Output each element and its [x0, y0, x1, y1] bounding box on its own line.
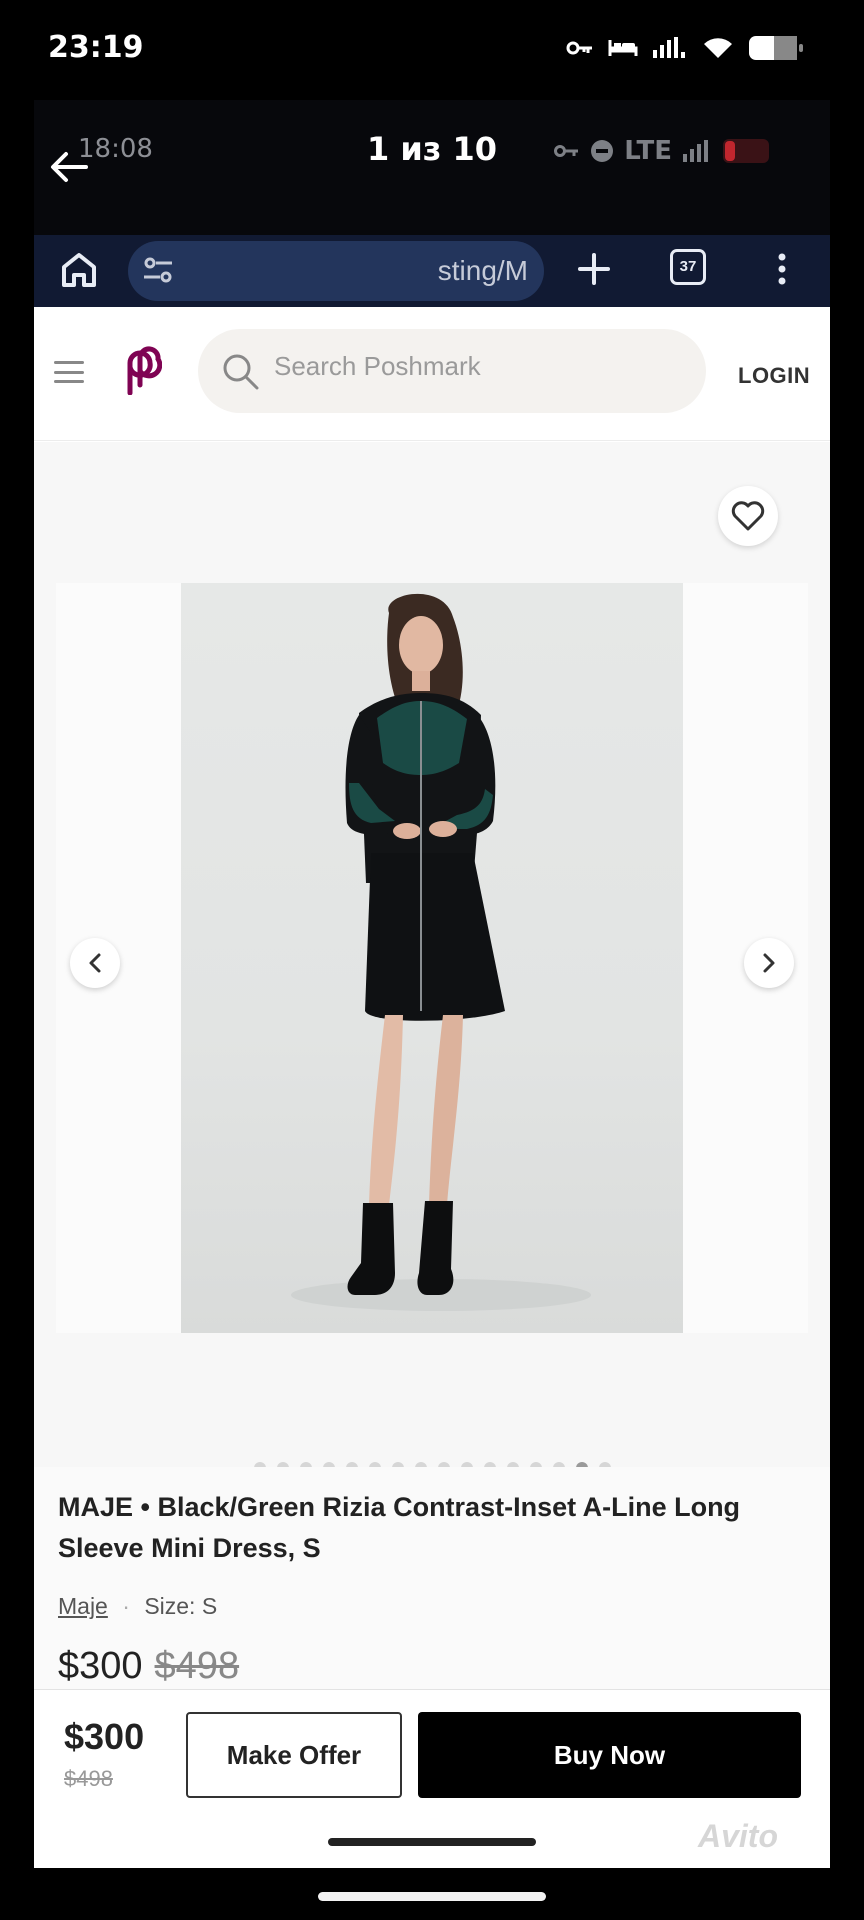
- battery-icon: [749, 36, 803, 60]
- listing-title: MAJE • Black/Green Rizia Contrast-Inset …: [58, 1492, 741, 1563]
- chevron-right-icon: [763, 953, 775, 973]
- login-link[interactable]: LOGIN: [738, 363, 810, 389]
- site-header: LOGIN: [34, 307, 830, 441]
- device-time: 23:19: [48, 30, 144, 65]
- listing-price: $300: [58, 1645, 143, 1687]
- brand-link[interactable]: Maje: [58, 1593, 108, 1619]
- meta-separator: ·: [122, 1593, 130, 1619]
- listing-meta: Maje · Size: S: [58, 1593, 217, 1620]
- gallery-next-button[interactable]: [744, 938, 794, 988]
- image-viewer: 18:08 1 из 10 LTE sting/M 37 Search Posh…: [34, 100, 830, 1868]
- wifi-icon: [704, 38, 732, 58]
- tab-count-button[interactable]: 37: [670, 249, 706, 285]
- battery-low-icon: [723, 139, 769, 163]
- bed-icon: [608, 40, 638, 56]
- more-vert-icon[interactable]: [774, 249, 790, 289]
- buy-bar: $300 $498 Make Offer Buy Now Avito: [34, 1689, 830, 1868]
- buy-bar-original-price: $498: [64, 1766, 113, 1791]
- model-illustration: [291, 593, 591, 1311]
- poshmark-page: LOGIN: [34, 307, 830, 1868]
- hamburger-icon[interactable]: [54, 361, 84, 383]
- chevron-left-icon: [89, 953, 101, 973]
- like-button[interactable]: [718, 486, 778, 546]
- heart-icon: [731, 501, 765, 531]
- inner-home-indicator: [328, 1838, 536, 1846]
- key-icon: [566, 41, 592, 55]
- gesture-bar[interactable]: [318, 1892, 546, 1901]
- plus-icon[interactable]: [574, 249, 614, 289]
- search-box[interactable]: [198, 329, 706, 413]
- gallery-prev-button[interactable]: [70, 938, 120, 988]
- inner-status-icons: LTE: [554, 136, 774, 166]
- home-icon[interactable]: [56, 247, 102, 293]
- url-text: sting/M: [437, 255, 528, 286]
- search-input[interactable]: [274, 351, 674, 382]
- key-icon: [554, 145, 579, 157]
- size-label: Size: S: [144, 1593, 218, 1619]
- poshmark-logo[interactable]: [118, 345, 162, 395]
- buy-now-button[interactable]: Buy Now: [418, 1712, 801, 1798]
- dnd-icon: [591, 140, 614, 162]
- product-photo[interactable]: [181, 583, 683, 1333]
- price-row: $300 $498: [58, 1645, 239, 1688]
- tune-icon[interactable]: [142, 255, 174, 285]
- buy-bar-price: $300: [64, 1716, 145, 1757]
- listing-original-price: $498: [154, 1645, 240, 1687]
- product-gallery: [34, 442, 830, 1474]
- avito-watermark: Avito: [698, 1818, 778, 1854]
- inner-network-label: LTE: [624, 136, 672, 166]
- signal-icon: [653, 37, 685, 58]
- device-status-bar: 23:19: [0, 0, 864, 100]
- viewer-header: 18:08 1 из 10 LTE: [34, 100, 830, 235]
- make-offer-button[interactable]: Make Offer: [186, 1712, 402, 1798]
- browser-toolbar: sting/M 37: [34, 235, 830, 307]
- signal-icon: [683, 140, 708, 162]
- device-status-icons: [566, 34, 804, 62]
- url-bar[interactable]: sting/M: [128, 241, 544, 301]
- search-icon: [223, 354, 259, 390]
